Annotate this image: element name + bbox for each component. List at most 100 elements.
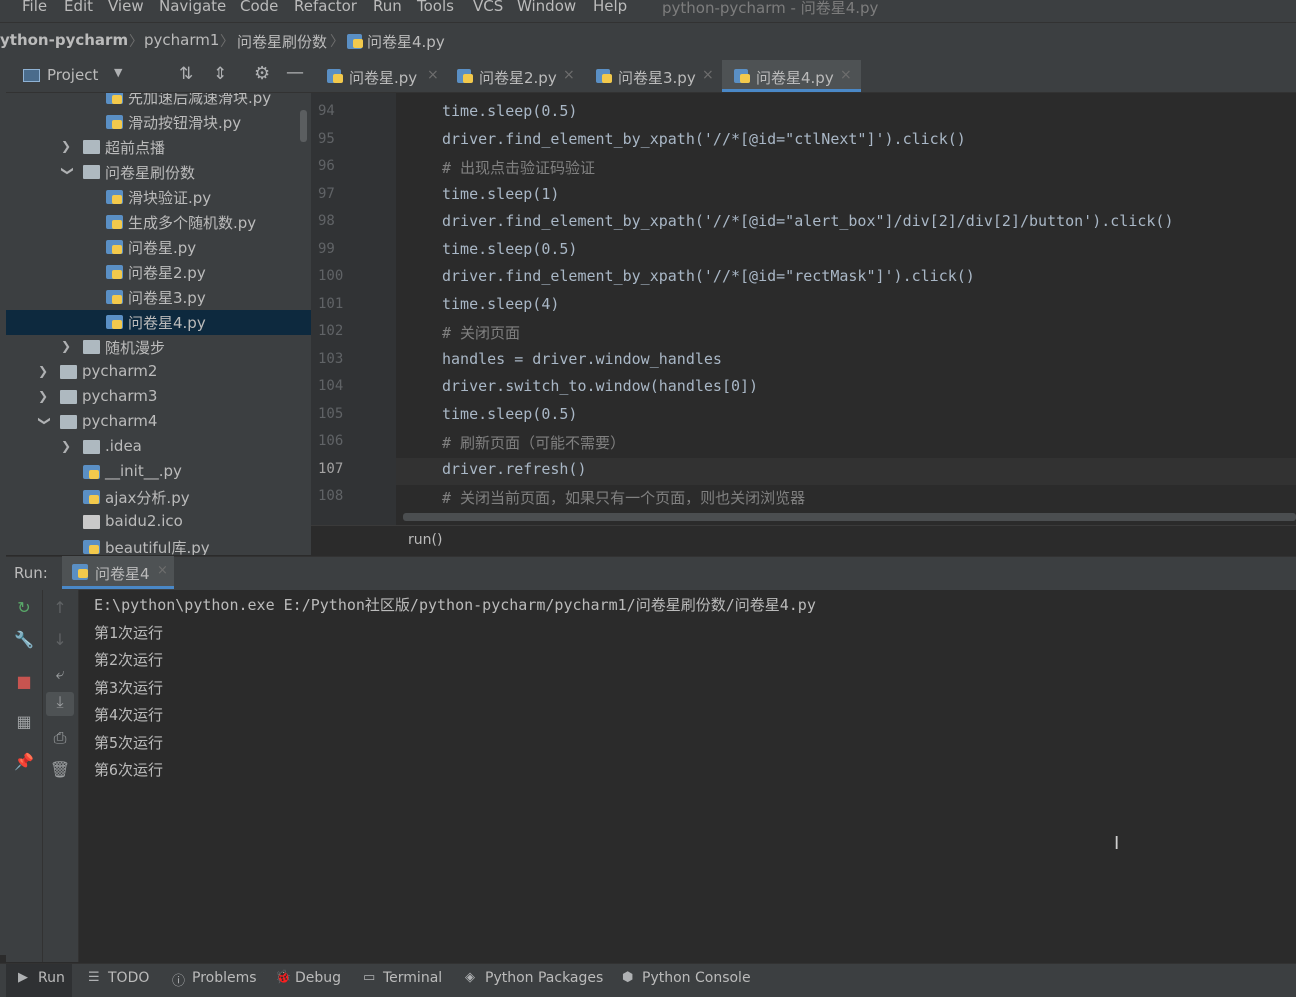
breadcrumb-folder[interactable]: 问卷星刷份数 [237,31,327,52]
project-tree-scrollbar[interactable] [300,110,307,142]
todo-icon[interactable]: ☰ [88,970,100,985]
tree-item[interactable]: ❯ pycharm2 [6,360,311,385]
tab-wenjuanxing3[interactable]: 问卷星3.py × [584,60,721,92]
tree-item[interactable]: 问卷星3.py [6,285,311,310]
tree-item[interactable]: ❯ pycharm3 [6,385,311,410]
caret-down-icon[interactable]: ▼ [114,66,122,79]
menu-tools[interactable]: Tools [417,0,454,15]
breadcrumb-project[interactable]: ython-pycharm [0,31,128,49]
tree-item[interactable]: ❯ .idea [6,435,311,460]
chevron-right-icon[interactable]: ❯ [61,439,71,453]
tree-item[interactable]: 滑动按钮滑块.py [6,110,311,135]
tool-window-button[interactable]: Python Packages [485,970,603,986]
menu-code[interactable]: Code [240,0,278,15]
menu-window[interactable]: Window [517,0,576,15]
tree-item[interactable]: ❮ 问卷星刷份数 [6,160,311,185]
tree-item[interactable]: baidu2.ico [6,510,311,535]
close-icon[interactable]: × [840,67,852,83]
close-icon[interactable]: × [157,563,168,578]
tree-item[interactable]: 问卷星.py [6,235,311,260]
tree-item[interactable]: __init__.py [6,460,311,485]
code-line[interactable]: time.sleep(4) [442,295,559,313]
python-console-icon[interactable]: ⬢ [622,970,633,985]
code-comment[interactable]: # 出现点击验证码验证 [442,157,595,178]
minimize-icon[interactable]: — [286,62,304,83]
packages-icon[interactable]: ◈ [465,970,475,985]
chevron-right-icon[interactable]: ❯ [38,364,48,378]
gear-icon[interactable]: ⚙ [254,63,270,84]
tree-item[interactable]: 生成多个随机数.py [6,210,311,235]
tool-window-button[interactable]: TODO [108,970,149,986]
chevron-right-icon[interactable]: ❯ [38,389,48,403]
console-output[interactable] [79,590,1296,962]
tree-item[interactable]: 问卷星4.py [6,310,311,335]
tree-item[interactable]: 先加速后减速滑块.py [6,93,311,110]
tool-window-button[interactable]: Python Console [642,970,751,986]
menu-help[interactable]: Help [593,0,627,15]
menu-file[interactable]: File [22,0,47,15]
tree-item[interactable]: ajax分析.py [6,485,311,510]
menu-refactor[interactable]: Refactor [294,0,357,15]
pin-icon[interactable]: 📌 [12,752,36,771]
menu-navigate[interactable]: Navigate [159,0,226,15]
layout-icon[interactable]: ▦ [12,712,36,731]
chevron-down-icon[interactable]: ❮ [36,416,50,426]
tree-item[interactable]: ❯ 超前点播 [6,135,311,160]
code-comment[interactable]: # 关闭页面 [442,322,520,343]
code-comment[interactable]: # 刷新页面（可能不需要） [442,432,625,453]
debug-icon[interactable]: 🐞 [275,970,291,985]
problems-icon[interactable]: ⓘ [172,970,185,989]
rerun-icon[interactable]: ↻ [12,598,36,617]
arrow-down-icon[interactable]: ↓ [48,630,72,649]
editor-horizontal-scrollbar[interactable] [403,513,1296,521]
tool-window-button[interactable]: Debug [295,970,341,986]
menu-view[interactable]: View [108,0,144,15]
tab-wenjuanxing4[interactable]: 问卷星4.py × [722,60,861,92]
code-line[interactable]: time.sleep(1) [442,185,559,203]
scroll-to-end-icon[interactable]: ⤓ [46,692,74,716]
function-breadcrumb[interactable]: run() [408,532,442,548]
code-line[interactable]: driver.find_element_by_xpath('//*[@id="r… [442,267,975,285]
soft-wrap-icon[interactable]: ⤶ [48,664,72,684]
code-line[interactable]: time.sleep(0.5) [442,102,577,120]
chevron-right-icon[interactable]: ❯ [61,139,71,153]
tab-wenjuanxing[interactable]: 问卷星.py × [315,60,441,92]
chevron-right-icon[interactable]: ❯ [61,339,71,353]
run-icon[interactable]: ▶ [18,970,28,985]
tool-window-button[interactable]: Problems [192,970,257,986]
code-line[interactable]: driver.find_element_by_xpath('//*[@id="c… [442,130,966,148]
arrow-up-icon[interactable]: ↑ [48,598,72,617]
code-line[interactable]: time.sleep(0.5) [442,240,577,258]
tool-window-button[interactable]: Terminal [383,970,442,986]
tab-wenjuanxing2[interactable]: 问卷星2.py × [445,60,580,92]
terminal-icon[interactable]: ▭ [363,970,375,985]
tool-window-button[interactable]: Run [38,970,65,986]
code-line[interactable]: driver.find_element_by_xpath('//*[@id="a… [442,212,1174,230]
expand-all-icon[interactable]: ⇅ [179,64,193,84]
tree-item[interactable]: ❯ 随机漫步 [6,335,311,360]
tree-item[interactable]: ❮ pycharm4 [6,410,311,435]
tree-item[interactable]: 滑块验证.py [6,185,311,210]
menu-run[interactable]: Run [373,0,402,15]
menu-edit[interactable]: Edit [64,0,93,15]
close-icon[interactable]: × [702,67,714,83]
project-panel-title[interactable]: Project [47,66,98,84]
close-icon[interactable]: × [427,67,439,83]
close-icon[interactable]: × [563,67,575,83]
wrench-icon[interactable]: 🔧 [12,630,36,649]
print-icon[interactable]: ⎙ [48,728,72,748]
stop-icon[interactable]: ■ [12,672,36,691]
code-line[interactable]: time.sleep(0.5) [442,405,577,423]
collapse-all-icon[interactable]: ⇕ [213,64,227,84]
trash-icon[interactable]: 🗑 [48,760,72,779]
tree-item[interactable]: 问卷星2.py [6,260,311,285]
menu-vcs[interactable]: VCS [473,0,503,15]
tree-item[interactable]: beautiful库.py [6,535,311,555]
breadcrumb-pycharm1[interactable]: pycharm1 [144,31,219,49]
code-line[interactable]: handles = driver.window_handles [442,350,722,368]
code-line[interactable]: driver.switch_to.window(handles[0]) [442,377,758,395]
chevron-down-icon[interactable]: ❮ [59,166,73,176]
code-comment[interactable]: # 关闭当前页面，如果只有一个页面，则也关闭浏览器 [442,487,805,508]
code-line[interactable]: driver.refresh() [442,460,587,478]
breadcrumb-file[interactable]: 问卷星4.py [367,31,445,52]
